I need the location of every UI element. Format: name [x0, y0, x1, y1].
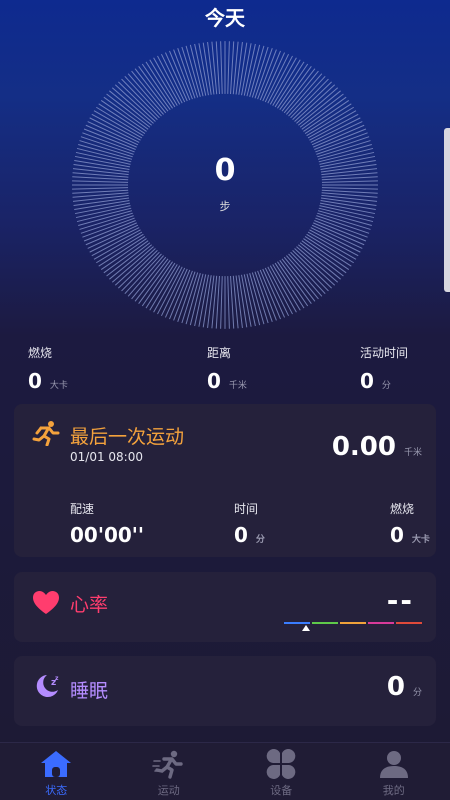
stat-burn-unit: 大卡 — [49, 381, 68, 391]
ring-tick — [321, 189, 378, 194]
stat-burn-label: 燃烧 — [28, 346, 53, 360]
moon-sleep-icon: z z — [36, 675, 59, 697]
ring-tick — [220, 41, 223, 94]
zone-bar-5 — [396, 622, 422, 624]
ring-tick — [141, 261, 173, 307]
ring-tick — [96, 106, 144, 137]
last-workout-card[interactable]: 最后一次运动 01/01 08:00 0.00 千米 配速 00'00'' 时间… — [14, 404, 436, 557]
pace-label: 配速 — [70, 502, 95, 516]
time-value: 0 — [234, 523, 248, 547]
steps-unit: 步 — [219, 200, 231, 213]
ring-tick — [307, 231, 357, 260]
stat-active-time-unit: 分 — [381, 381, 391, 391]
sleep-card[interactable]: z z 睡眠 0 分 — [14, 656, 436, 726]
ring-tick — [230, 41, 235, 95]
svg-text:z: z — [55, 675, 59, 682]
stat-active-time-label: 活动时间 — [360, 346, 409, 360]
nav-label-status: 状态 — [45, 784, 68, 797]
heart-icon — [33, 591, 59, 614]
heart-rate-title: 心率 — [70, 594, 109, 616]
last-workout-title: 最后一次运动 — [70, 426, 185, 448]
ring-tick — [274, 262, 305, 309]
ring-tick — [141, 63, 173, 109]
nav-label-profile: 我的 — [382, 784, 405, 797]
stat-active-time-value: 0 — [360, 369, 374, 393]
stat-burn-value: 0 — [28, 369, 42, 393]
stat-active-time: 活动时间 0分 — [360, 344, 408, 393]
side-scroll-handle[interactable] — [444, 128, 450, 292]
sleep-value-group: 0 分 — [387, 672, 422, 702]
ring-tick — [215, 41, 220, 95]
ring-tick — [96, 233, 144, 264]
nav-item-status[interactable]: 状态 — [0, 743, 113, 800]
stat-distance: 距离 0 千米 — [207, 344, 247, 393]
ring-tick — [307, 110, 357, 139]
ring-tick — [277, 261, 309, 307]
ring-tick — [181, 272, 199, 324]
ring-tick — [251, 272, 269, 324]
zone-bar-4 — [368, 622, 394, 624]
ring-tick — [227, 276, 230, 329]
ring-tick — [145, 262, 176, 309]
ring-tick — [181, 46, 199, 98]
nav-item-profile[interactable]: 我的 — [338, 743, 450, 800]
steps-value: 0 — [214, 153, 236, 188]
ring-tick — [145, 61, 176, 108]
burn-value: 0 — [390, 523, 404, 547]
stat-burn: 燃烧 0 大卡 — [28, 344, 68, 393]
zone-marker-icon — [302, 625, 310, 631]
ring-tick — [251, 46, 269, 98]
ring-tick — [72, 189, 129, 194]
ring-tick — [93, 110, 143, 139]
ring-tick — [274, 61, 305, 108]
running-icon — [151, 750, 183, 779]
stat-distance-label: 距离 — [207, 346, 232, 360]
ring-tick — [230, 275, 235, 329]
bottom-navigation: 状态 运动 设备 我的 — [0, 742, 450, 800]
time-label: 时间 — [234, 502, 259, 516]
device-icon — [266, 749, 296, 779]
profile-icon — [379, 751, 408, 778]
zone-bar-1 — [284, 622, 310, 624]
heart-rate-value: -- — [386, 584, 414, 617]
sleep-value: 0 — [386, 672, 405, 702]
nav-item-workout[interactable]: 运动 — [113, 743, 226, 800]
running-icon — [32, 421, 60, 446]
nav-item-device[interactable]: 设备 — [225, 743, 338, 800]
heart-rate-zone-scale — [284, 622, 422, 624]
pace-value: 00'00'' — [70, 523, 145, 547]
ring-tick — [220, 276, 223, 329]
ring-tick — [215, 275, 220, 329]
last-workout-burn: 燃烧 0 大卡 — [390, 500, 430, 547]
nav-label-device: 设备 — [270, 784, 293, 797]
ring-tick — [227, 41, 230, 94]
ring-tick — [93, 231, 143, 260]
last-workout-distance: 0.00 千米 — [332, 432, 422, 462]
last-workout-date: 01/01 08:00 — [70, 450, 143, 464]
stat-distance-unit: 千米 — [228, 381, 247, 391]
stat-distance-value: 0 — [207, 369, 221, 393]
sleep-unit: 分 — [412, 688, 422, 698]
last-workout-distance-value: 0.00 — [331, 432, 396, 462]
ring-tick — [277, 63, 309, 109]
nav-label-workout: 运动 — [157, 784, 180, 797]
page-title: 今天 — [205, 6, 245, 30]
time-unit: 分 — [255, 535, 265, 545]
last-workout-distance-unit: 千米 — [403, 448, 422, 458]
burn-unit: 大卡 — [411, 535, 430, 545]
zone-bar-3 — [340, 622, 366, 624]
sleep-title: 睡眠 — [70, 680, 109, 702]
ring-tick — [306, 233, 354, 264]
heart-rate-card[interactable]: 心率 -- — [14, 572, 436, 642]
last-workout-pace: 配速 00'00'' — [70, 500, 144, 547]
burn-label: 燃烧 — [390, 502, 415, 516]
zone-bar-2 — [312, 622, 338, 624]
home-icon — [41, 751, 72, 777]
last-workout-time: 时间 0分 — [234, 500, 265, 547]
ring-tick — [306, 106, 354, 137]
